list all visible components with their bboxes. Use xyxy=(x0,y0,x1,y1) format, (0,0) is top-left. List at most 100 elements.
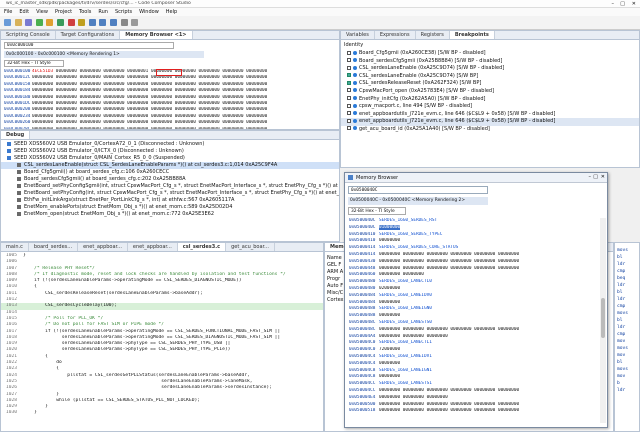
mb2-memory-row[interactable]: 0x05000500 00000000 00000000 00000000 000… xyxy=(345,402,599,409)
menu-item-edit[interactable]: Edit xyxy=(19,8,29,16)
new-icon[interactable] xyxy=(4,19,11,26)
step-return-icon[interactable] xyxy=(109,19,117,26)
mb2-memory-row[interactable]: 0x05000448 00000000 00000000 00000000 000… xyxy=(345,266,599,273)
menu-item-scripts[interactable]: Scripts xyxy=(115,8,132,16)
mb2-memory-row[interactable]: 0x05000488 00000000 xyxy=(345,313,599,320)
breakpoint-item[interactable]: Board_serdesCfg5gmii (0xA25B8B84) [S/W B… xyxy=(341,58,639,66)
checkbox-icon[interactable] xyxy=(347,65,351,70)
menu-item-help[interactable]: Help xyxy=(166,8,177,16)
mb2-memory-row[interactable]: 0x050004E4 00000000 00000000 00000000 xyxy=(345,395,599,402)
debug-frame[interactable]: SEED XDS560V2 USB Emulator_0/ICTX_0 (Dis… xyxy=(1,148,339,155)
checkbox-icon[interactable] xyxy=(347,126,351,131)
checkbox-icon[interactable] xyxy=(347,111,351,116)
tab-breakpoints[interactable]: Breakpoints xyxy=(449,31,495,39)
tab-editor-file[interactable]: enet_appboar... xyxy=(78,243,128,251)
tab-editor-file[interactable]: enet_appboar... xyxy=(128,243,178,251)
mb2-memory-row[interactable]: 0x0500048C 00000000 00000000 00000000 000… xyxy=(345,327,599,334)
breakpoint-item[interactable]: Board_Cfg5gmii (0xA260CE38) [S/W BP - di… xyxy=(341,50,639,58)
step-over-icon[interactable] xyxy=(99,19,107,26)
menu-item-view[interactable]: View xyxy=(36,8,48,16)
mb2-memory-row[interactable]: 0x050004CC SERDES_16G0_LANESTS1 xyxy=(345,381,599,388)
tab-memory-browser-1[interactable]: Memory Browser <1> xyxy=(120,31,193,39)
build-icon[interactable] xyxy=(46,19,54,26)
mb2-memory-row[interactable]: 0x05000488 SERDES_16G0_LANEIGN0 xyxy=(345,306,599,313)
tab-variables[interactable]: Variables xyxy=(341,31,375,39)
checkbox-icon[interactable] xyxy=(347,73,351,78)
debug-frame[interactable]: EnetBoard_setPhyConfig(int, struct CpswM… xyxy=(1,190,339,197)
debug-frame[interactable]: SEED XDS560V2 USB Emulator_0/MAIN_Cortex… xyxy=(1,155,339,162)
resume-icon[interactable] xyxy=(56,19,64,26)
memory-row[interactable]: 0x0C00028C00000000 00000000 00000000 000… xyxy=(4,127,338,129)
code-line[interactable]: 1030 } xyxy=(1,410,323,416)
mb2-memory-row[interactable]: 0x05000414 00000000 00000000 00000000 000… xyxy=(345,252,599,259)
breakpoint-item[interactable]: get_acu_board_id (0xA25A1A40) [S/W BP - … xyxy=(341,126,639,134)
mb2-scroll-thumb[interactable] xyxy=(601,298,605,338)
menu-item-file[interactable]: File xyxy=(4,8,12,16)
breakpoint-item[interactable]: enet_appboardutils_j721e_evm.c, line 646… xyxy=(341,118,639,126)
debug-frame[interactable]: Board_Cfg5gmii() at board_serdes_cfg.c:1… xyxy=(1,169,339,176)
mb2-memory-row[interactable]: 0x05000484 00000000 xyxy=(345,300,599,307)
mb2-memory-row[interactable]: 0x050004C8 SERDES_16G0_LANEIGN1 xyxy=(345,368,599,375)
mb2-memory-row[interactable]: 0x050004C4 SERDES_16G0_LANEIDV1 xyxy=(345,354,599,361)
mb2-memory-row[interactable]: 0x050004A4 00000000 00000000 00000000 xyxy=(345,334,599,341)
tab-editor-file[interactable]: get_acu_boar... xyxy=(226,243,275,251)
breakpoint-item[interactable]: cpsw_macport.c, line 494 [S/W BP - disab… xyxy=(341,103,639,111)
minimize-icon[interactable]: – xyxy=(612,1,615,7)
mb2-memory-row[interactable]: 0x0500048C SERDES_16G0_LANESTS0 xyxy=(345,320,599,327)
debug-frame[interactable]: CSL_serdesLaneEnable(struct CSL_SerdesLa… xyxy=(1,162,339,169)
breakpoint-item[interactable]: CpswMacPort_open (0xA25783E4) [S/W BP - … xyxy=(341,88,639,96)
memory-address-input[interactable]: 0x0c000100 xyxy=(4,42,174,49)
debug-frame[interactable]: Board_serdesCfg5gmii() at board_serdes_c… xyxy=(1,176,339,183)
checkbox-icon[interactable] xyxy=(347,103,351,108)
menu-item-tools[interactable]: Tools xyxy=(79,8,91,16)
mb2-address-input[interactable]: 0x0500040C xyxy=(348,186,488,194)
checkbox-icon[interactable] xyxy=(347,88,351,93)
debug-frame[interactable]: EnetBoard_setPhyConfigSgmii(int, struct … xyxy=(1,183,339,190)
tab-editor-file[interactable]: main.c xyxy=(1,243,29,251)
mb2-memory-row[interactable]: 0x050004C4 00000000 xyxy=(345,361,599,368)
mb2-memory-row[interactable]: 0x05000410 00000000 xyxy=(345,238,599,245)
menu-item-window[interactable]: Window xyxy=(139,8,159,16)
menu-item-project[interactable]: Project xyxy=(55,8,72,16)
mb2-memory-row[interactable]: 0x05000430 00000000 00000000 00000000 000… xyxy=(345,259,599,266)
checkbox-icon[interactable] xyxy=(347,96,351,101)
mb2-memory-row[interactable]: 0x05000460 00000000 00000000 xyxy=(345,272,599,279)
open-icon[interactable] xyxy=(14,19,22,26)
mb2-memory-row[interactable]: 0x05000480 SERDES_16G0_LANECTL0 xyxy=(345,279,599,286)
search-icon[interactable] xyxy=(131,19,139,26)
debug-frame[interactable]: EthFw_initLinkArgs(struct EnetPer_PortLi… xyxy=(1,197,339,204)
tab-editor-file[interactable]: csl_serdes3.c xyxy=(177,243,227,251)
maximize-icon[interactable]: □ xyxy=(620,1,625,7)
tab-scripting-console[interactable]: Scripting Console xyxy=(1,31,56,39)
terminate-icon[interactable] xyxy=(67,19,75,26)
mb2-memory-row[interactable]: 0x050004C0 72000000 xyxy=(345,347,599,354)
mb2-memory-row[interactable]: 0x05000484 SERDES_16G0_LANEIDV0 xyxy=(345,293,599,300)
mb2-memory-row[interactable]: 0x05000480 02000000 xyxy=(345,286,599,293)
memory-rendering-tab[interactable]: 0x0c000100 - 0x0c000100 <Memory Renderin… xyxy=(4,51,204,58)
debug-icon[interactable] xyxy=(35,19,43,26)
tab-editor-file[interactable]: board_serdes... xyxy=(29,243,79,251)
close-icon[interactable]: ✕ xyxy=(632,1,636,7)
save-icon[interactable] xyxy=(25,19,33,26)
mb2-close-icon[interactable]: ✕ xyxy=(601,174,605,180)
mb2-memory-row[interactable]: 0x05000518 00000000 00000000 00000000 000… xyxy=(345,408,599,415)
checkbox-icon[interactable] xyxy=(347,58,351,63)
mb2-memory-row[interactable]: 0x0500040C 01000000 xyxy=(345,224,599,232)
menu-item-run[interactable]: Run xyxy=(98,8,108,16)
tab-target-configurations[interactable]: Target Configurations xyxy=(56,31,121,39)
step-into-icon[interactable] xyxy=(88,19,96,26)
debug-frame[interactable]: EnetMom_open(struct EnetMom_Obj_s *)() a… xyxy=(1,211,339,218)
debug-frame[interactable]: SEED XDS560V2 USB Emulator_0/CortexA72_0… xyxy=(1,141,339,148)
mb2-memory-row[interactable]: 0x05000414 SERDES_16G0_SERDES_CORE_STATUS xyxy=(345,245,599,252)
debug-frame[interactable]: EnetMom_enablePorts(struct EnetMom_Obj_s… xyxy=(1,204,339,211)
mb2-memory-row[interactable]: 0x05000410 SERDES_16G0_SERDES_TYPEC xyxy=(345,232,599,239)
mb2-format-select[interactable]: 32-Bit Hex - TI Style xyxy=(348,207,406,215)
code-view[interactable]: 1005} 1006 1007 /* Release PHY Reset*/1008… xyxy=(1,253,323,431)
tab-expressions[interactable]: Expressions xyxy=(375,31,416,39)
breakpoint-item[interactable]: CSL_serdesLaneEnable (0xA25C9D74) [S/W B… xyxy=(341,73,639,81)
mb2-maximize-icon[interactable]: □ xyxy=(593,174,598,180)
tab-registers[interactable]: Registers xyxy=(416,31,450,39)
breakpoint-item[interactable]: CSL_serdesLaneEnable (0xA25C9D74) [S/W B… xyxy=(341,65,639,73)
reset-icon[interactable] xyxy=(120,19,128,26)
mb2-memory-row[interactable]: 0x0500040C SERDES_16G0_SERDES_RST xyxy=(345,218,599,225)
